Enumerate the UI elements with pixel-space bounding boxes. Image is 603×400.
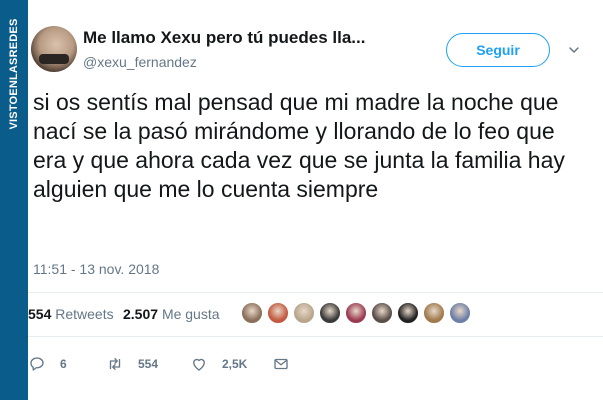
likes-count: 2.507 [123,306,159,322]
retweets-count: 554 [28,306,52,322]
user-handle[interactable]: @xexu_fernandez [83,54,197,70]
liker-avatar-4[interactable] [318,301,342,325]
liker-avatar-8[interactable] [422,301,446,325]
liker-avatar-1[interactable] [240,301,264,325]
display-name[interactable]: Me llamo Xexu pero tú puedes lla... [83,28,365,48]
tweet-card: Me llamo Xexu pero tú puedes lla... @xex… [28,0,603,400]
follow-button[interactable]: Seguir [446,33,550,67]
tweet-stats: 554 Retweets 2.507 Me gusta [28,296,603,334]
retweet-icon [109,358,121,370]
divider [28,336,603,337]
tweet-actions: 6 554 2,5K [28,348,603,378]
retweets-stat[interactable]: 554 Retweets [28,306,114,322]
envelope-icon [274,358,288,370]
liker-avatar-3[interactable] [292,301,316,325]
heart-icon [193,358,205,371]
retweets-label: Retweets [55,306,114,322]
likes-label: Me gusta [161,306,220,322]
liker-avatar-9[interactable] [448,301,472,325]
avatar[interactable] [31,26,77,72]
retweet-button[interactable]: 554 [106,354,158,374]
liker-avatar-5[interactable] [344,301,368,325]
reply-icon [30,357,44,371]
reply-button[interactable]: 6 [28,354,67,374]
like-button[interactable]: 2,5K [190,354,247,374]
reply-count: 6 [60,357,67,371]
liker-avatar-2[interactable] [266,301,290,325]
watermark-text: VISTOENLASREDES [8,18,20,130]
divider [28,292,603,293]
liker-avatar-6[interactable] [370,301,394,325]
tweet-timestamp[interactable]: 11:51 - 13 nov. 2018 [33,261,159,277]
like-count: 2,5K [222,357,248,371]
likes-stat[interactable]: 2.507 Me gusta [123,306,220,322]
retweet-count: 554 [138,357,159,371]
chevron-down-icon[interactable] [568,44,580,56]
tweet-header: Me llamo Xexu pero tú puedes lla... @xex… [28,18,603,78]
tweet-text: si os sentís mal pensad que mi madre la … [33,89,565,202]
watermark-banner: VISTOENLASREDES [0,0,28,400]
liker-avatar-7[interactable] [396,301,420,325]
message-button[interactable] [272,354,290,374]
